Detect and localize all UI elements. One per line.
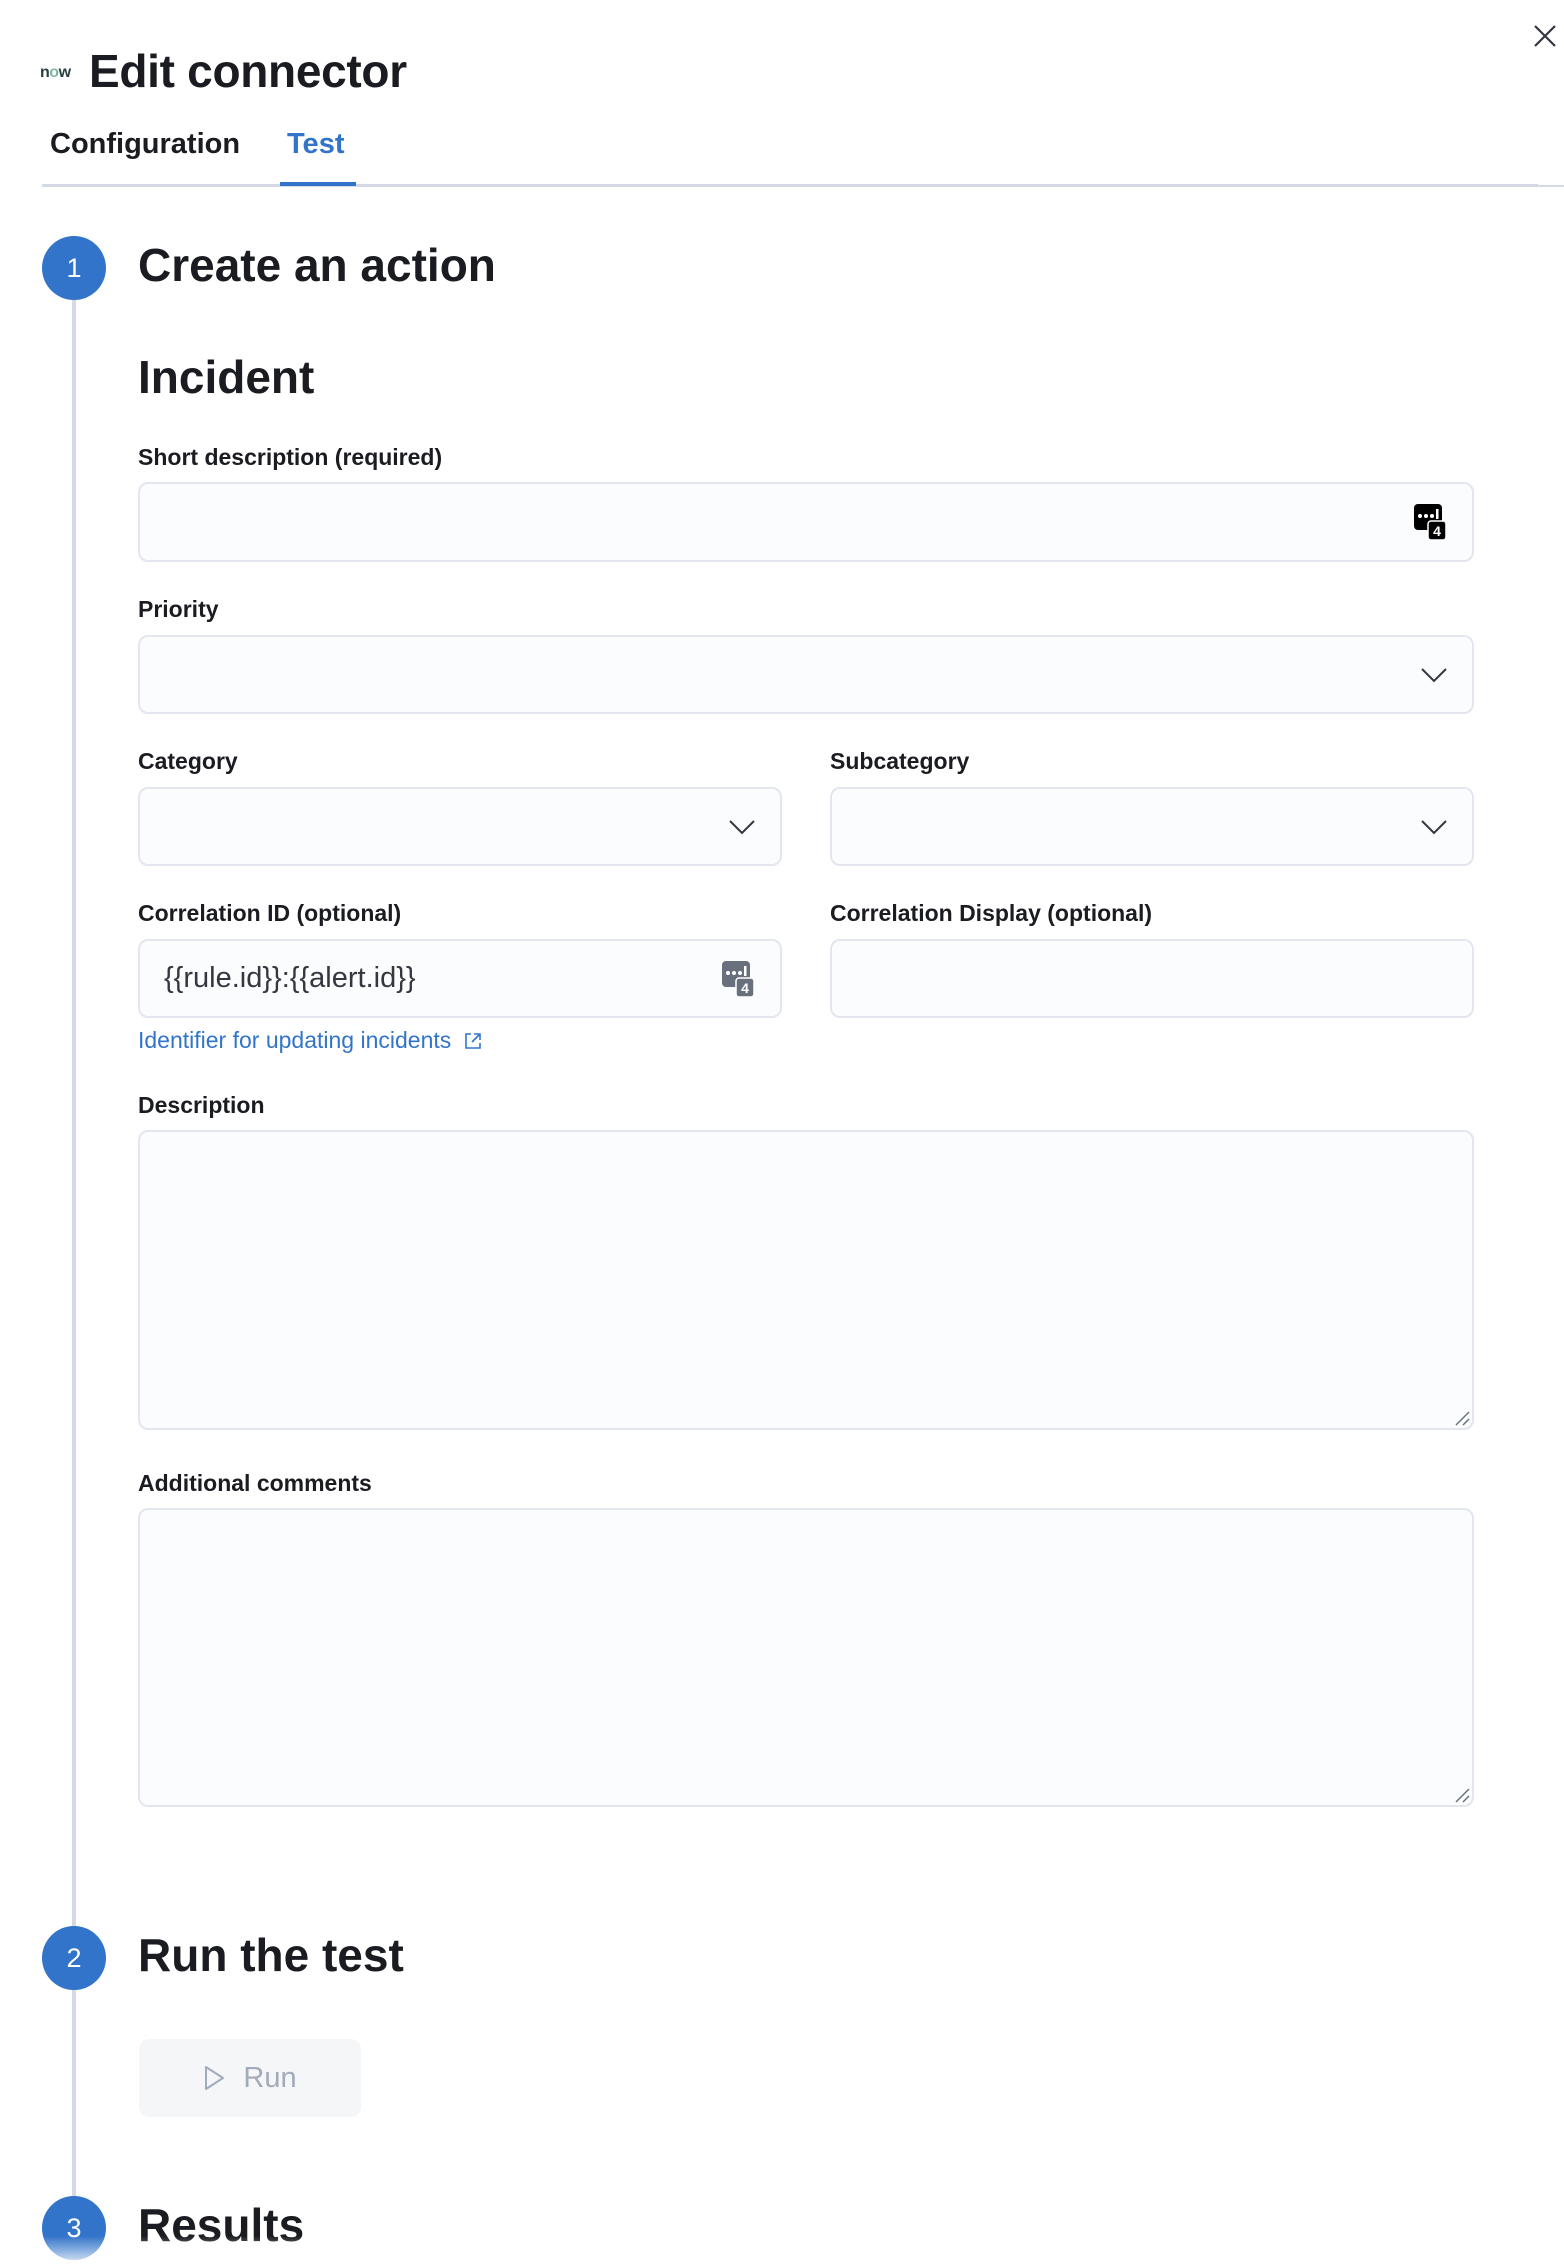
run-button-label: Run	[243, 2061, 297, 2094]
chevron-down-icon	[729, 819, 755, 834]
svg-text:4: 4	[1433, 523, 1441, 539]
svg-text:4: 4	[741, 980, 749, 996]
short-description-label: Short description (required)	[138, 444, 443, 470]
short-description-input[interactable]	[140, 484, 1472, 560]
correlation-display-label: Correlation Display (optional)	[830, 900, 1153, 926]
play-icon	[205, 2066, 225, 2090]
step-1-title: Create an action	[138, 239, 496, 291]
active-tab-indicator	[280, 182, 356, 186]
additional-comments-label: Additional comments	[138, 1470, 372, 1496]
category-select[interactable]	[138, 787, 782, 866]
flyout-title: Edit connector	[89, 45, 407, 97]
category-label: Category	[138, 748, 238, 774]
step-3-number: 3	[42, 2196, 106, 2260]
additional-comments-field[interactable]	[138, 1508, 1474, 1807]
add-variable-icon[interactable]: 4	[722, 960, 754, 997]
external-link-icon	[465, 1032, 482, 1049]
run-button[interactable]: Run	[139, 2039, 361, 2117]
chevron-down-icon	[1421, 819, 1447, 834]
step-1-number: 1	[42, 236, 106, 300]
step-3-title: Results	[138, 2199, 305, 2251]
short-description-field[interactable]: 4	[138, 482, 1474, 562]
chevron-down-icon	[1421, 667, 1447, 682]
add-variable-icon[interactable]: 4	[1414, 504, 1446, 540]
servicenow-logo: now	[40, 64, 71, 81]
close-icon	[1534, 25, 1556, 47]
priority-label: Priority	[138, 596, 219, 622]
subcategory-select[interactable]	[830, 787, 1474, 866]
tabs-divider	[42, 184, 1538, 187]
description-field[interactable]	[138, 1130, 1474, 1430]
correlation-display-input[interactable]	[832, 941, 1472, 1016]
close-button[interactable]	[1530, 21, 1560, 51]
correlation-id-field[interactable]: 4	[138, 939, 782, 1018]
tab-test[interactable]: Test	[287, 128, 344, 161]
tab-configuration[interactable]: Configuration	[50, 128, 240, 161]
priority-select[interactable]	[138, 635, 1474, 714]
additional-comments-textarea[interactable]	[140, 1510, 1472, 1805]
subcategory-label: Subcategory	[830, 748, 970, 774]
tabs-divider-end	[1538, 185, 1564, 187]
step-2-title: Run the test	[138, 1929, 404, 1981]
description-label: Description	[138, 1092, 265, 1118]
correlation-id-label: Correlation ID (optional)	[138, 900, 402, 926]
resize-handle-icon[interactable]	[1454, 1787, 1470, 1803]
help-link-text: Identifier for updating incidents	[138, 1027, 452, 1053]
resize-handle-icon[interactable]	[1454, 1410, 1470, 1426]
section-title-incident: Incident	[138, 351, 315, 403]
correlation-display-field[interactable]	[830, 939, 1474, 1018]
correlation-id-input[interactable]	[140, 941, 780, 1016]
description-textarea[interactable]	[140, 1132, 1472, 1428]
correlation-id-help-link[interactable]: Identifier for updating incidents	[138, 1027, 483, 1054]
step-2-number: 2	[42, 1926, 106, 1990]
